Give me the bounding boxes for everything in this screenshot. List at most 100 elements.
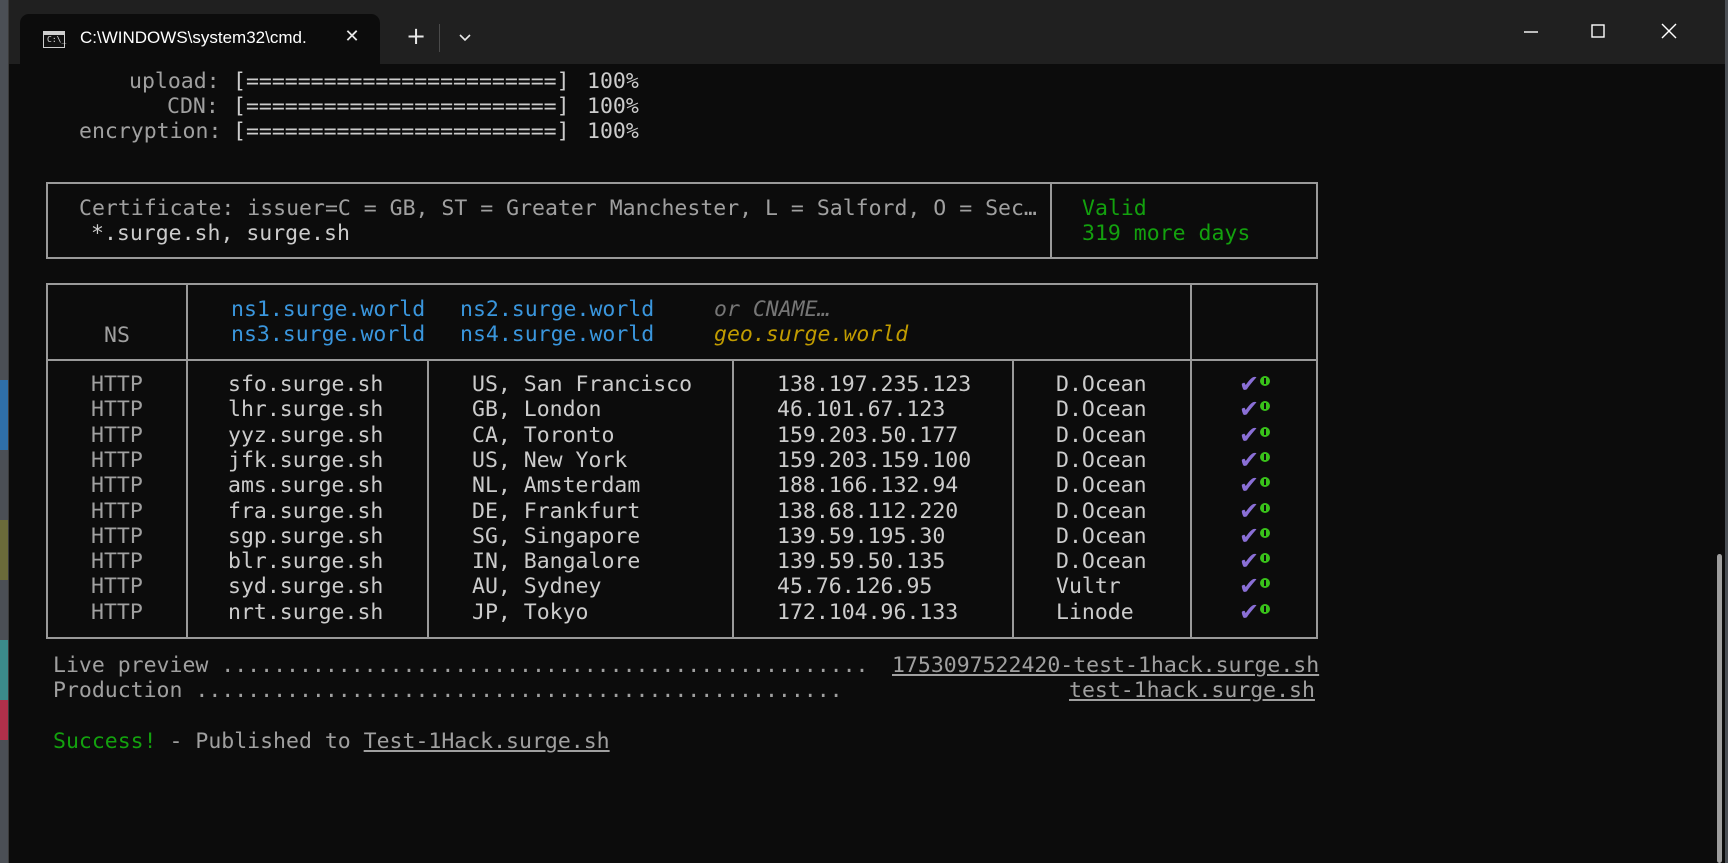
tab-title: C:\WINDOWS\system32\cmd.	[80, 28, 307, 47]
terminal-output[interactable]: upload: [========================] 100% …	[9, 64, 1709, 863]
cname-hint: or CNAME…	[714, 297, 831, 322]
success-message: Success! - Published to Test-1Hack.surge…	[53, 729, 610, 755]
edge-location: SG, Singapore	[472, 523, 641, 549]
box-border	[1050, 182, 1052, 259]
edge-ip: 138.197.235.123	[777, 372, 972, 397]
edge-location: AU, Sydney	[472, 574, 602, 600]
progress-label: CDN:	[167, 94, 219, 119]
ns-server: ns4.surge.world	[460, 322, 655, 347]
edge-provider: D.Ocean	[1056, 447, 1147, 473]
status-dot-icon	[1260, 553, 1271, 564]
edge-provider: D.Ocean	[1056, 372, 1147, 397]
edge-ip: 139.59.50.135	[777, 549, 946, 575]
edge-ip: 46.101.67.123	[777, 397, 946, 423]
checkmark-icon: ✔	[1239, 597, 1271, 627]
terminal-window: C:\_ C:\WINDOWS\system32\cmd. ✕ + upload…	[8, 0, 1725, 863]
close-window-button[interactable]	[1634, 0, 1704, 64]
edge-host: lhr.surge.sh	[228, 397, 384, 423]
new-tab-button[interactable]: +	[401, 21, 431, 51]
tick-icon: ✔	[1239, 395, 1260, 424]
live-preview-row: Live preview ...........................…	[53, 653, 869, 679]
edge-provider: Linode	[1056, 599, 1134, 625]
table-border	[46, 359, 1318, 361]
chevron-down-icon[interactable]	[450, 22, 480, 52]
edge-location: NL, Amsterdam	[472, 473, 641, 499]
tick-icon: ✔	[1239, 471, 1260, 500]
edge-host: fra.surge.sh	[228, 498, 384, 524]
production-link[interactable]: test-1hack.surge.sh	[1069, 678, 1315, 704]
edge-host: sfo.surge.sh	[228, 372, 384, 397]
progress-bar: [========================]	[233, 119, 570, 144]
box-border	[46, 182, 48, 259]
edge-ip: 188.166.132.94	[777, 473, 959, 499]
live-preview-label: Live preview	[53, 653, 209, 678]
live-preview-link[interactable]: 1753097522420-test-1hack.surge.sh	[892, 653, 1319, 679]
ns-server: ns1.surge.world	[231, 297, 426, 322]
table-border	[186, 283, 188, 639]
console-icon-glyph: C:\_	[47, 35, 67, 44]
edge-provider: D.Ocean	[1056, 498, 1147, 524]
box-border	[46, 257, 1318, 259]
edge-location: US, New York	[472, 447, 628, 473]
tick-icon: ✔	[1239, 370, 1260, 398]
status-dot-icon	[1260, 451, 1271, 462]
production-row: Production .............................…	[53, 678, 843, 704]
edge-protocol: HTTP	[91, 549, 143, 575]
scrollbar[interactable]	[1714, 64, 1725, 863]
table-border	[1190, 283, 1192, 639]
close-tab-icon[interactable]: ✕	[341, 26, 363, 48]
progress-bar: [========================]	[233, 69, 570, 94]
edge-ip: 138.68.112.220	[777, 498, 959, 524]
edge-location: IN, Bangalore	[472, 549, 641, 575]
edge-location: US, San Francisco	[472, 372, 693, 397]
edge-provider: D.Ocean	[1056, 523, 1147, 549]
table-border	[46, 283, 1318, 285]
edge-ip: 159.203.159.100	[777, 447, 972, 473]
progress-bar: [========================]	[233, 94, 570, 119]
status-dot-icon	[1260, 527, 1271, 538]
edge-provider: D.Ocean	[1056, 422, 1147, 448]
edge-host: nrt.surge.sh	[228, 599, 384, 625]
edge-ip: 139.59.195.30	[777, 523, 946, 549]
tab-cmd[interactable]: C:\_ C:\WINDOWS\system32\cmd. ✕	[20, 14, 380, 64]
edge-protocol: HTTP	[91, 473, 143, 499]
production-label: Production	[53, 678, 183, 703]
edge-location: JP, Tokyo	[472, 599, 589, 625]
scrollbar-thumb[interactable]	[1717, 554, 1722, 863]
status-dot-icon	[1260, 502, 1271, 513]
edge-host: blr.surge.sh	[228, 549, 384, 575]
tick-icon: ✔	[1239, 597, 1260, 626]
edge-protocol: HTTP	[91, 372, 143, 397]
edge-provider: D.Ocean	[1056, 473, 1147, 499]
published-link[interactable]: Test-1Hack.surge.sh	[364, 729, 610, 754]
edge-host: syd.surge.sh	[228, 574, 384, 600]
edge-protocol: HTTP	[91, 523, 143, 549]
cname-target: geo.surge.world	[714, 322, 909, 347]
table-border	[46, 637, 1318, 639]
table-border	[46, 283, 48, 639]
edge-protocol: HTTP	[91, 498, 143, 524]
edge-provider: D.Ocean	[1056, 549, 1147, 575]
status-dot-icon	[1260, 603, 1271, 614]
edge-ip: 159.203.50.177	[777, 422, 959, 448]
edge-provider: Vultr	[1056, 574, 1121, 600]
tick-icon: ✔	[1239, 420, 1260, 449]
maximize-button[interactable]	[1563, 0, 1633, 64]
minimize-button[interactable]	[1496, 0, 1566, 64]
edge-host: sgp.surge.sh	[228, 523, 384, 549]
ns-server: ns2.surge.world	[460, 297, 655, 322]
status-dot-icon	[1260, 477, 1271, 488]
status-dot-icon	[1260, 401, 1271, 412]
table-border	[1316, 283, 1318, 639]
edge-host: yyz.surge.sh	[228, 422, 384, 448]
edge-protocol: HTTP	[91, 397, 143, 423]
certificate-issuer: Certificate: issuer=C = GB, ST = Greater…	[79, 196, 1037, 221]
success-word: Success!	[53, 729, 157, 754]
success-text: - Published to	[156, 729, 364, 754]
console-icon: C:\_	[43, 31, 67, 48]
title-bar[interactable]: C:\_ C:\WINDOWS\system32\cmd. ✕ +	[9, 0, 1725, 64]
edge-protocol: HTTP	[91, 599, 143, 625]
leader-dots: ........................................…	[195, 678, 843, 703]
leader-dots: ........................................…	[221, 653, 869, 678]
edge-host: jfk.surge.sh	[228, 447, 384, 473]
